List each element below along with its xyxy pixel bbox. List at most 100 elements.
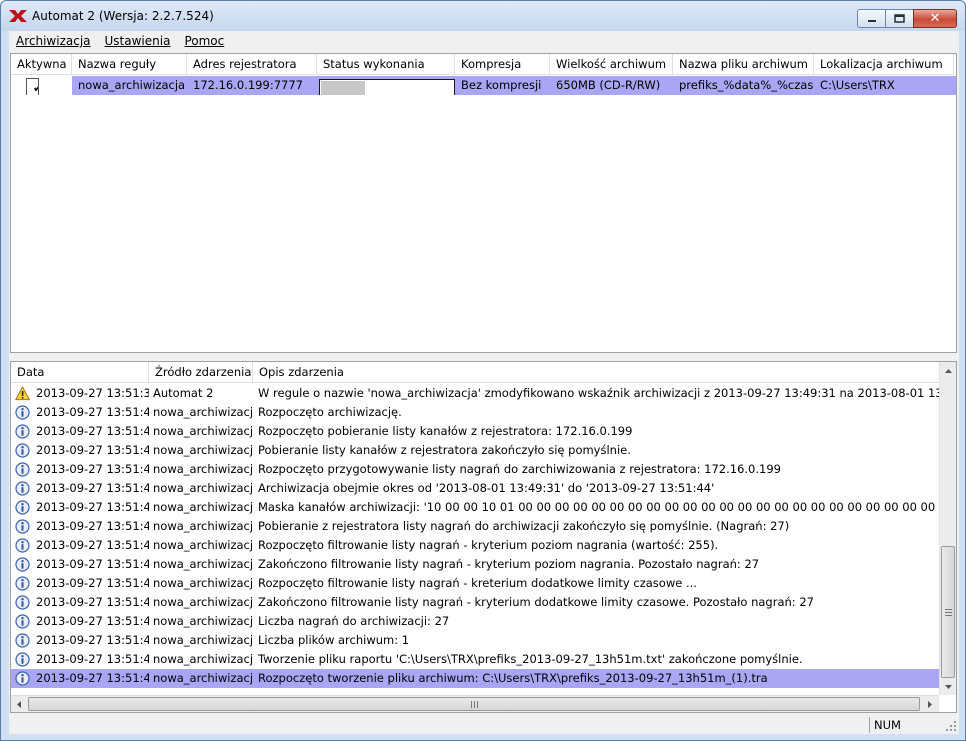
col-aktywna[interactable]: Aktywna bbox=[11, 54, 72, 75]
info-icon bbox=[15, 614, 30, 629]
info-icon bbox=[15, 576, 30, 591]
event-description: Liczba nagrań do archiwizacji: 27 bbox=[258, 614, 450, 628]
menu-ustawienia[interactable]: Ustawienia bbox=[98, 34, 178, 48]
event-date: 2013-09-27 13:51:45 bbox=[36, 614, 149, 628]
col-adres-rejestratora[interactable]: Adres rejestratora bbox=[187, 54, 317, 75]
col-data[interactable]: Data bbox=[11, 362, 149, 383]
progress-fill bbox=[321, 81, 365, 95]
rule-size: 650MB (CD-R/RW) bbox=[550, 76, 673, 95]
col-status-wykonania[interactable]: Status wykonania bbox=[317, 54, 455, 75]
info-icon bbox=[15, 519, 30, 534]
col-nazwa-reguly[interactable]: Nazwa reguły bbox=[72, 54, 187, 75]
col-nazwa-pliku[interactable]: Nazwa pliku archiwum bbox=[673, 54, 814, 75]
event-row[interactable]: 2013-09-27 13:51:45 nowa_archiwizacja Arch… bbox=[11, 479, 941, 498]
col-wielkosc-archiwum[interactable]: Wielkość archiwum bbox=[550, 54, 673, 75]
arrow-down-icon bbox=[944, 684, 952, 689]
event-row[interactable]: 2013-09-27 13:51:45 nowa_archiwizacja Zako… bbox=[11, 593, 941, 612]
vertical-scrollbar[interactable] bbox=[939, 362, 956, 695]
splitter[interactable] bbox=[9, 355, 959, 360]
event-row[interactable]: 2013-09-27 13:51:30 Automat 2 W regule o n… bbox=[11, 384, 941, 403]
event-date: 2013-09-27 13:51:45 bbox=[36, 519, 149, 533]
minimize-button[interactable] bbox=[857, 9, 886, 28]
events-rows: 2013-09-27 13:51:30 Automat 2 W regule o n… bbox=[11, 384, 941, 688]
event-source: nowa_archiwizacja bbox=[153, 595, 252, 609]
event-description: Rozpoczęto filtrowanie listy nagrań - kr… bbox=[258, 538, 719, 552]
menu-pomoc[interactable]: Pomoc bbox=[177, 34, 231, 48]
info-icon bbox=[15, 671, 30, 686]
event-source: nowa_archiwizacja bbox=[153, 443, 252, 457]
arrow-right-icon bbox=[928, 701, 932, 708]
events-header: Data Źródło zdarzenia Opis zdarzenia bbox=[11, 362, 956, 383]
vertical-scroll-thumb[interactable] bbox=[941, 546, 955, 678]
event-source: nowa_archiwizacja bbox=[153, 633, 252, 647]
event-source: nowa_archiwizacja bbox=[153, 481, 252, 495]
event-description: Pobieranie z rejestratora listy nagrań d… bbox=[258, 519, 790, 533]
scroll-right-button[interactable] bbox=[922, 696, 938, 712]
event-date: 2013-09-27 13:51:45 bbox=[36, 557, 149, 571]
event-source: nowa_archiwizacja bbox=[153, 538, 252, 552]
event-row[interactable]: 2013-09-27 13:51:45 nowa_archiwizacja Rozp… bbox=[11, 669, 941, 688]
event-description: Liczba plików archiwum: 1 bbox=[258, 633, 410, 647]
col-zrodlo[interactable]: Źródło zdarzenia bbox=[149, 362, 253, 383]
event-description: Archiwizacja obejmie okres od '2013-08-0… bbox=[258, 481, 715, 495]
maximize-button[interactable] bbox=[885, 9, 914, 28]
info-icon bbox=[15, 500, 30, 515]
col-lokalizacja[interactable]: Lokalizacja archiwum bbox=[814, 54, 954, 75]
event-row[interactable]: 2013-09-27 13:51:45 nowa_archiwizacja Twor… bbox=[11, 650, 941, 669]
event-row[interactable]: 2013-09-27 13:51:45 nowa_archiwizacja Pobi… bbox=[11, 517, 941, 536]
event-row[interactable]: 2013-09-27 13:51:45 nowa_archiwizacja Rozp… bbox=[11, 460, 941, 479]
event-description: Zakończono filtrowanie listy nagrań - kr… bbox=[258, 557, 760, 571]
event-description: Tworzenie pliku raportu 'C:\Users\TRX\pr… bbox=[258, 652, 803, 666]
event-description: Rozpoczęto pobieranie listy kanałów z re… bbox=[258, 424, 633, 438]
event-date: 2013-09-27 13:51:45 bbox=[36, 595, 149, 609]
event-description: Maska kanałów archiwizacji: '10 00 00 10… bbox=[258, 500, 941, 514]
arrow-up-icon bbox=[944, 368, 952, 373]
event-source: Automat 2 bbox=[153, 386, 214, 400]
event-date: 2013-09-27 13:51:44 bbox=[36, 405, 149, 419]
rule-row[interactable]: ✔ nowa_archiwizacja 172.16.0.199:7777 Be… bbox=[11, 76, 956, 95]
event-date: 2013-09-27 13:51:45 bbox=[36, 671, 149, 685]
event-description: Pobieranie listy kanałów z rejestratora … bbox=[258, 443, 631, 457]
horizontal-scroll-thumb[interactable] bbox=[28, 697, 920, 711]
window-title: Automat 2 (Wersja: 2.2.7.524) bbox=[32, 9, 214, 23]
info-icon bbox=[15, 424, 30, 439]
event-source: nowa_archiwizacja bbox=[153, 500, 252, 514]
rules-list[interactable]: Aktywna Nazwa reguły Adres rejestratora … bbox=[10, 53, 957, 353]
info-icon bbox=[15, 462, 30, 477]
event-date: 2013-09-27 13:51:45 bbox=[36, 576, 149, 590]
event-row[interactable]: 2013-09-27 13:51:45 nowa_archiwizacja Licz… bbox=[11, 631, 941, 650]
scroll-left-button[interactable] bbox=[11, 696, 27, 712]
event-row[interactable]: 2013-09-27 13:51:44 nowa_archiwizacja Rozp… bbox=[11, 403, 941, 422]
menu-archiwizacja[interactable]: Archiwizacja bbox=[9, 34, 98, 48]
event-source: nowa_archiwizacja bbox=[153, 576, 252, 590]
app-window: Automat 2 (Wersja: 2.2.7.524) ✕ Archiwiz… bbox=[0, 0, 966, 741]
scroll-up-button[interactable] bbox=[940, 362, 956, 379]
event-source: nowa_archiwizacja bbox=[153, 405, 252, 419]
event-row[interactable]: 2013-09-27 13:51:44 nowa_archiwizacja Rozp… bbox=[11, 422, 941, 441]
event-date: 2013-09-27 13:51:45 bbox=[36, 538, 149, 552]
col-kompresja[interactable]: Kompresja bbox=[455, 54, 550, 75]
event-row[interactable]: 2013-09-27 13:51:45 nowa_archiwizacja Zako… bbox=[11, 555, 941, 574]
event-source: nowa_archiwizacja bbox=[153, 424, 252, 438]
maximize-icon bbox=[894, 14, 905, 23]
event-row[interactable]: 2013-09-27 13:51:45 nowa_archiwizacja Mask… bbox=[11, 498, 941, 517]
event-row[interactable]: 2013-09-27 13:51:45 nowa_archiwizacja Pobi… bbox=[11, 441, 941, 460]
event-row[interactable]: 2013-09-27 13:51:45 nowa_archiwizacja Licz… bbox=[11, 612, 941, 631]
event-row[interactable]: 2013-09-27 13:51:45 nowa_archiwizacja Rozp… bbox=[11, 536, 941, 555]
event-date: 2013-09-27 13:51:45 bbox=[36, 481, 149, 495]
event-description: Rozpoczęto tworzenie pliku archiwum: C:\… bbox=[258, 671, 768, 685]
resize-grip-icon[interactable] bbox=[945, 720, 957, 732]
grip-icon bbox=[471, 701, 478, 708]
events-list[interactable]: Data Źródło zdarzenia Opis zdarzenia 201… bbox=[10, 361, 957, 713]
horizontal-scrollbar[interactable] bbox=[11, 695, 939, 712]
scroll-down-button[interactable] bbox=[940, 678, 956, 695]
close-button[interactable]: ✕ bbox=[913, 9, 957, 28]
active-checkbox[interactable]: ✔ bbox=[26, 78, 39, 95]
arrow-left-icon bbox=[17, 701, 21, 708]
col-opis[interactable]: Opis zdarzenia bbox=[253, 362, 956, 383]
title-bar[interactable]: Automat 2 (Wersja: 2.2.7.524) ✕ bbox=[1, 1, 965, 31]
event-source: nowa_archiwizacja bbox=[153, 614, 252, 628]
event-description: W regule o nazwie 'nowa_archiwizacja' zm… bbox=[258, 386, 941, 400]
event-date: 2013-09-27 13:51:44 bbox=[36, 424, 149, 438]
event-row[interactable]: 2013-09-27 13:51:45 nowa_archiwizacja Rozp… bbox=[11, 574, 941, 593]
